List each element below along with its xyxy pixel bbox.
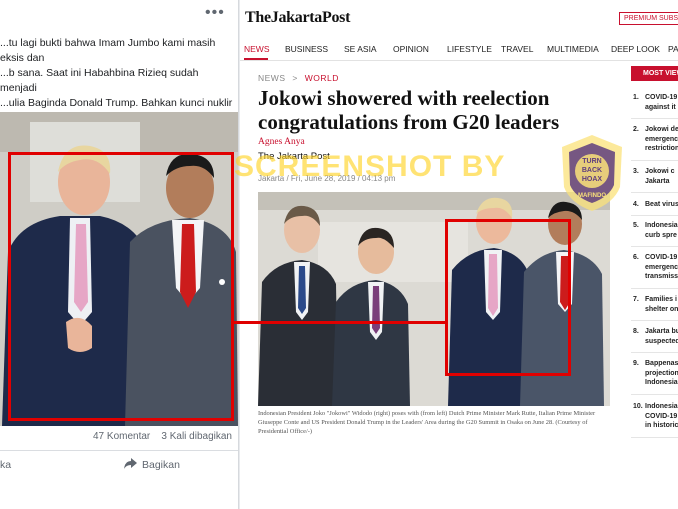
- breadcrumb-world[interactable]: WORLD: [305, 73, 339, 83]
- list-item-number: 2.: [633, 126, 639, 133]
- nav-item-papers[interactable]: PAP: [668, 44, 678, 54]
- list-item-number: 3.: [633, 168, 639, 175]
- screenshot-watermark: SCREENSHOT BY: [234, 150, 506, 183]
- breadcrumb-separator: >: [292, 73, 298, 83]
- badge-graphic: TURN BACK HOAX MAFINDO: [562, 135, 622, 211]
- share-label: Bagikan: [142, 459, 180, 471]
- share-button[interactable]: Bagikan: [124, 458, 180, 472]
- divider: [0, 450, 238, 451]
- list-item[interactable]: 4. Beat virus: [631, 200, 678, 216]
- badge-text-turn: TURN: [582, 158, 601, 165]
- badge-text-back: BACK: [582, 167, 602, 174]
- list-item-number: 7.: [633, 296, 639, 303]
- highlight-connector: [234, 321, 445, 324]
- nav-active-indicator: [244, 58, 268, 60]
- list-item-title: Jokowi c Jakarta: [645, 168, 675, 185]
- list-item-number: 1.: [633, 94, 639, 101]
- like-button[interactable]: ka: [0, 459, 11, 471]
- nav-item-deep-look[interactable]: DEEP LOOK: [611, 44, 660, 54]
- nav-item-multimedia[interactable]: MULTIMEDIA: [547, 44, 599, 54]
- list-item[interactable]: 7. Families i shelter on: [631, 295, 678, 321]
- list-item-title: COVID-19 emergenc transmiss: [645, 254, 678, 280]
- most-viewed-title: MOST VIEWED: [631, 66, 678, 81]
- highlight-box-right: [445, 219, 571, 376]
- nav-item-news[interactable]: NEWS: [244, 44, 270, 54]
- list-item-title: COVID-19 against it: [645, 94, 678, 111]
- more-options-icon[interactable]: •••: [205, 4, 225, 22]
- list-item-title: Beat virus: [645, 201, 678, 208]
- list-item-title: Indonesia COVID-19 in historic: [645, 403, 678, 429]
- nav-item-opinion[interactable]: OPINION: [393, 44, 429, 54]
- badge-brand: MAFINDO: [578, 193, 606, 199]
- share-arrow-icon: [124, 458, 137, 472]
- list-item[interactable]: 8. Jakarta bu suspected: [631, 327, 678, 353]
- article-headline: Jokowi showered with reelection congratu…: [258, 86, 560, 134]
- list-item[interactable]: 6. COVID-19 emergenc transmiss: [631, 253, 678, 289]
- nav-item-lifestyle[interactable]: LIFESTYLE: [447, 44, 492, 54]
- post-stats: 47 Komentar 3 Kali dibagikan: [0, 431, 232, 442]
- list-item-number: 6.: [633, 254, 639, 261]
- highlight-box-left: [8, 152, 234, 421]
- nav-item-business[interactable]: BUSINESS: [285, 44, 328, 54]
- turn-back-hoax-badge: TURN BACK HOAX MAFINDO: [558, 133, 626, 213]
- list-item-title: Indonesia curb spre: [645, 222, 678, 239]
- list-item[interactable]: 10. Indonesia COVID-19 in historic: [631, 402, 678, 438]
- breadcrumb-news[interactable]: NEWS: [258, 73, 286, 83]
- photo-caption: Indonesian President Joko "Jokowi" Widod…: [258, 410, 596, 435]
- comment-count[interactable]: 47 Komentar: [93, 431, 150, 442]
- list-item-title: Families i shelter on: [645, 296, 678, 313]
- list-item-title: Bappenas projection Indonesia: [645, 360, 678, 386]
- list-item[interactable]: 5. Indonesia curb spre: [631, 221, 678, 247]
- most-viewed-sidebar: MOST VIEWED 1. COVID-19 against it 2. Jo…: [631, 66, 678, 506]
- nav-item-se-asia[interactable]: SE ASIA: [344, 44, 377, 54]
- list-item-title: Jokowi de emergenc restriction: [645, 126, 678, 152]
- list-item-number: 9.: [633, 360, 639, 367]
- badge-text-hoax: HOAX: [582, 176, 603, 183]
- premium-subscribe-button[interactable]: PREMIUM SUBSCR: [619, 12, 678, 25]
- list-item[interactable]: 1. COVID-19 against it: [631, 93, 678, 119]
- list-item[interactable]: 9. Bappenas projection Indonesia: [631, 359, 678, 395]
- share-count[interactable]: 3 Kali dibagikan: [161, 431, 232, 442]
- article-author[interactable]: Agnes Anya: [258, 137, 305, 147]
- list-item-number: 5.: [633, 222, 639, 229]
- site-logo[interactable]: TheJakartaPost: [245, 9, 350, 27]
- main-nav: NEWS BUSINESS SE ASIA OPINION LIFESTYLE …: [240, 36, 678, 61]
- list-item-number: 4.: [633, 201, 639, 208]
- list-item-number: 8.: [633, 328, 639, 335]
- nav-item-travel[interactable]: TRAVEL: [501, 44, 533, 54]
- breadcrumb: NEWS > WORLD: [258, 73, 339, 83]
- list-item[interactable]: 2. Jokowi de emergenc restriction: [631, 125, 678, 161]
- list-item-title: Jakarta bu suspected: [645, 328, 678, 345]
- list-item[interactable]: 3. Jokowi c Jakarta: [631, 167, 678, 193]
- list-item-number: 10.: [633, 403, 643, 410]
